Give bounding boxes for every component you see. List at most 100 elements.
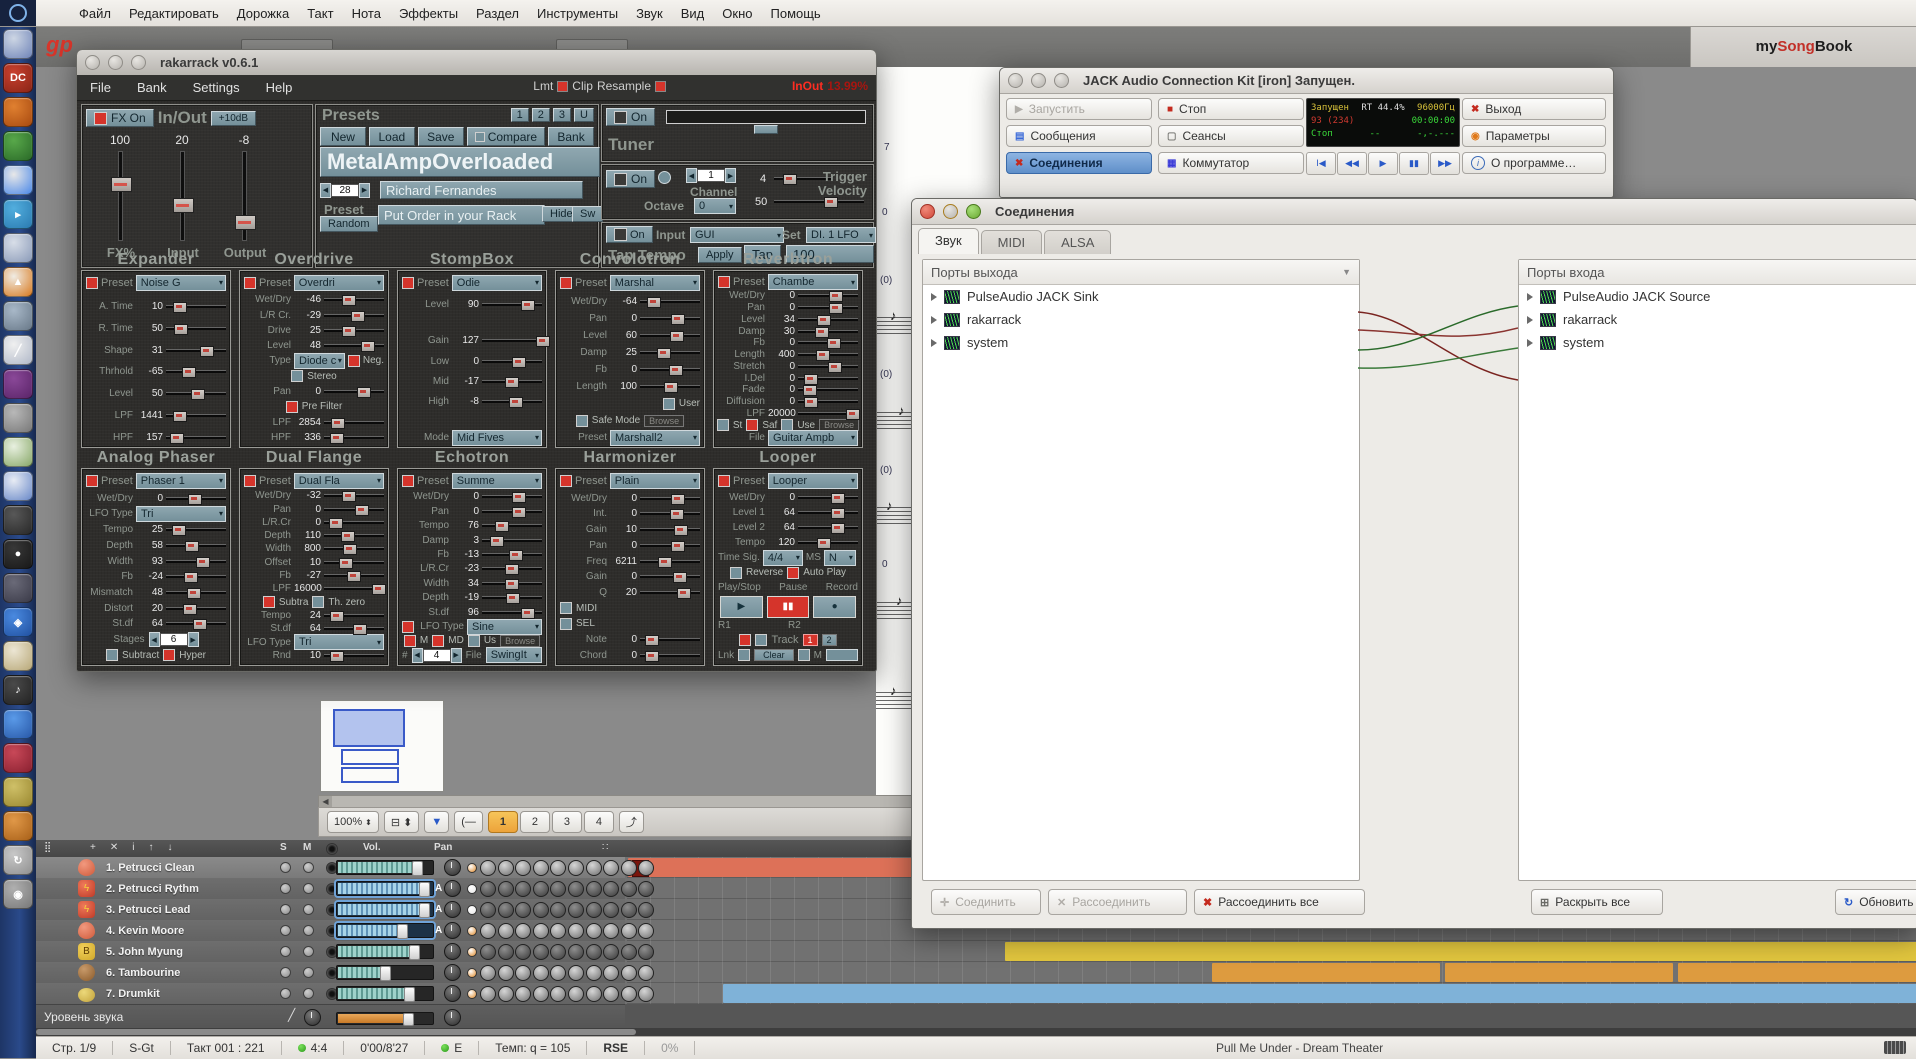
stepper[interactable]: ◀6▶ — [149, 633, 199, 646]
param-slider[interactable] — [798, 315, 858, 324]
transport-4[interactable]: ▶▶ — [1430, 152, 1460, 175]
param-slider[interactable] — [640, 651, 700, 660]
param-slider[interactable] — [798, 538, 858, 547]
param-slider[interactable] — [798, 493, 858, 502]
dropdown[interactable]: Tri▾ — [136, 506, 226, 522]
dock-icon-keyboard-app[interactable] — [3, 403, 33, 433]
dropdown[interactable]: Marshal▾ — [610, 275, 700, 291]
mute-button[interactable] — [303, 967, 314, 978]
param-slider[interactable] — [798, 385, 858, 394]
pause-button[interactable]: ▮▮ — [767, 596, 810, 618]
lnk-checkbox[interactable] — [738, 649, 750, 661]
port-item-pulseaudio-jack-sink[interactable]: PulseAudio JACK Sink — [923, 285, 1359, 308]
effect-knob[interactable] — [498, 902, 514, 918]
--button[interactable]: ▢Сеансы — [1158, 125, 1304, 147]
keyboard-icon[interactable] — [1884, 1041, 1906, 1054]
solo-button[interactable] — [280, 925, 291, 936]
effect-on-checkbox[interactable] — [86, 475, 98, 487]
param-slider[interactable] — [324, 505, 384, 514]
param-slider[interactable] — [324, 433, 384, 442]
param-slider[interactable] — [798, 327, 858, 336]
effect-knob[interactable] — [621, 923, 637, 939]
dropdown[interactable]: Mid Fives▾ — [452, 430, 542, 446]
param-slider[interactable] — [166, 619, 226, 628]
param-slider[interactable] — [640, 541, 700, 550]
dock-icon-chrome[interactable] — [3, 165, 33, 195]
pan-knob[interactable] — [444, 922, 461, 939]
dropdown[interactable]: N▾ — [824, 550, 856, 566]
effect-knob[interactable] — [568, 923, 584, 939]
param-slider[interactable] — [798, 303, 858, 312]
dock-icon-firefox[interactable] — [3, 97, 33, 127]
track-row-petrucci-clean[interactable]: 1. Petrucci Clean — [36, 857, 625, 879]
expand-arrow-icon[interactable] — [931, 339, 937, 347]
dropdown[interactable]: Tri▾ — [294, 634, 384, 650]
m-field[interactable] — [826, 649, 858, 661]
track-row-petrucci-lead[interactable]: ϟ3. Petrucci LeadA — [36, 899, 625, 921]
param-slider[interactable] — [166, 604, 226, 613]
effect-knob[interactable] — [550, 965, 566, 981]
param-slider[interactable] — [482, 593, 542, 602]
--button[interactable]: ↻Обновить — [1835, 889, 1916, 915]
timeline-bar[interactable] — [1678, 963, 1916, 982]
param-slider[interactable] — [482, 377, 542, 386]
mute-button[interactable] — [303, 988, 314, 999]
param-slider[interactable] — [482, 336, 542, 345]
page-button-3[interactable]: 3 — [552, 811, 582, 833]
jack-titlebar[interactable]: JACK Audio Connection Kit [iron] Запущен… — [1000, 68, 1613, 94]
menu--[interactable]: Файл — [70, 6, 120, 21]
effect-on-checkbox[interactable] — [402, 277, 414, 289]
param-slider[interactable] — [166, 557, 226, 566]
param-slider[interactable] — [640, 572, 700, 581]
expand-arrow-icon[interactable] — [1527, 293, 1533, 301]
effect-knob[interactable] — [603, 902, 619, 918]
multi-page-button[interactable]: ⤴ — [619, 811, 644, 833]
effect-knob[interactable] — [586, 986, 602, 1002]
effect-knob[interactable] — [586, 860, 602, 876]
effect-knob[interactable] — [621, 986, 637, 1002]
param-slider[interactable] — [798, 362, 858, 371]
port-item-rakarrack[interactable]: rakarrack — [1519, 308, 1916, 331]
st-checkbox[interactable] — [717, 419, 729, 431]
effect-knob[interactable] — [498, 881, 514, 897]
effect-knob[interactable] — [550, 923, 566, 939]
dock-icon-vlc[interactable]: ▲ — [3, 267, 33, 297]
effect-knob[interactable] — [533, 986, 549, 1002]
param-slider[interactable] — [482, 564, 542, 573]
effect-knob[interactable] — [621, 902, 637, 918]
volume-slider[interactable] — [336, 860, 434, 875]
expand-arrow-icon[interactable] — [931, 316, 937, 324]
track-1-button[interactable]: 1 — [803, 634, 818, 646]
--button[interactable]: ▦Коммутатор — [1158, 152, 1304, 174]
param-slider[interactable] — [166, 525, 226, 534]
effect-knob[interactable] — [568, 944, 584, 960]
dock-icon-reload-tool[interactable]: ↻ — [3, 845, 33, 875]
param-slider[interactable] — [798, 508, 858, 517]
dock-icon-notes-app[interactable] — [3, 641, 33, 671]
level-pan-knob[interactable] — [444, 1009, 461, 1026]
input-ports-header[interactable]: Порты входа — [1519, 260, 1916, 285]
browse-button[interactable]: Browse — [500, 635, 540, 647]
param-slider[interactable] — [482, 397, 542, 406]
sel-checkbox[interactable] — [560, 618, 572, 630]
volume-slider[interactable] — [336, 902, 434, 917]
user-checkbox[interactable] — [663, 398, 675, 410]
effect-knob[interactable] — [550, 986, 566, 1002]
mixer-tool--[interactable]: ↓ — [167, 842, 172, 853]
minimize-icon[interactable] — [943, 204, 958, 219]
effect-knob[interactable] — [550, 860, 566, 876]
--button[interactable]: ✛Соединить — [931, 889, 1041, 915]
close-icon[interactable] — [1008, 73, 1023, 88]
param-slider[interactable] — [166, 494, 226, 503]
param-slider[interactable] — [798, 338, 858, 347]
param-slider[interactable] — [166, 346, 226, 355]
dock-icon-app-store[interactable]: ◈ — [3, 607, 33, 637]
post-checkbox[interactable] — [348, 355, 360, 367]
browse-button[interactable]: Browse — [644, 415, 684, 427]
param-slider[interactable] — [324, 341, 384, 350]
param-slider[interactable] — [482, 579, 542, 588]
menu--[interactable]: Эффекты — [390, 6, 467, 21]
volume-handle[interactable] — [419, 882, 430, 897]
dock-icon-photos[interactable] — [3, 233, 33, 263]
effect-on-checkbox[interactable] — [244, 277, 256, 289]
